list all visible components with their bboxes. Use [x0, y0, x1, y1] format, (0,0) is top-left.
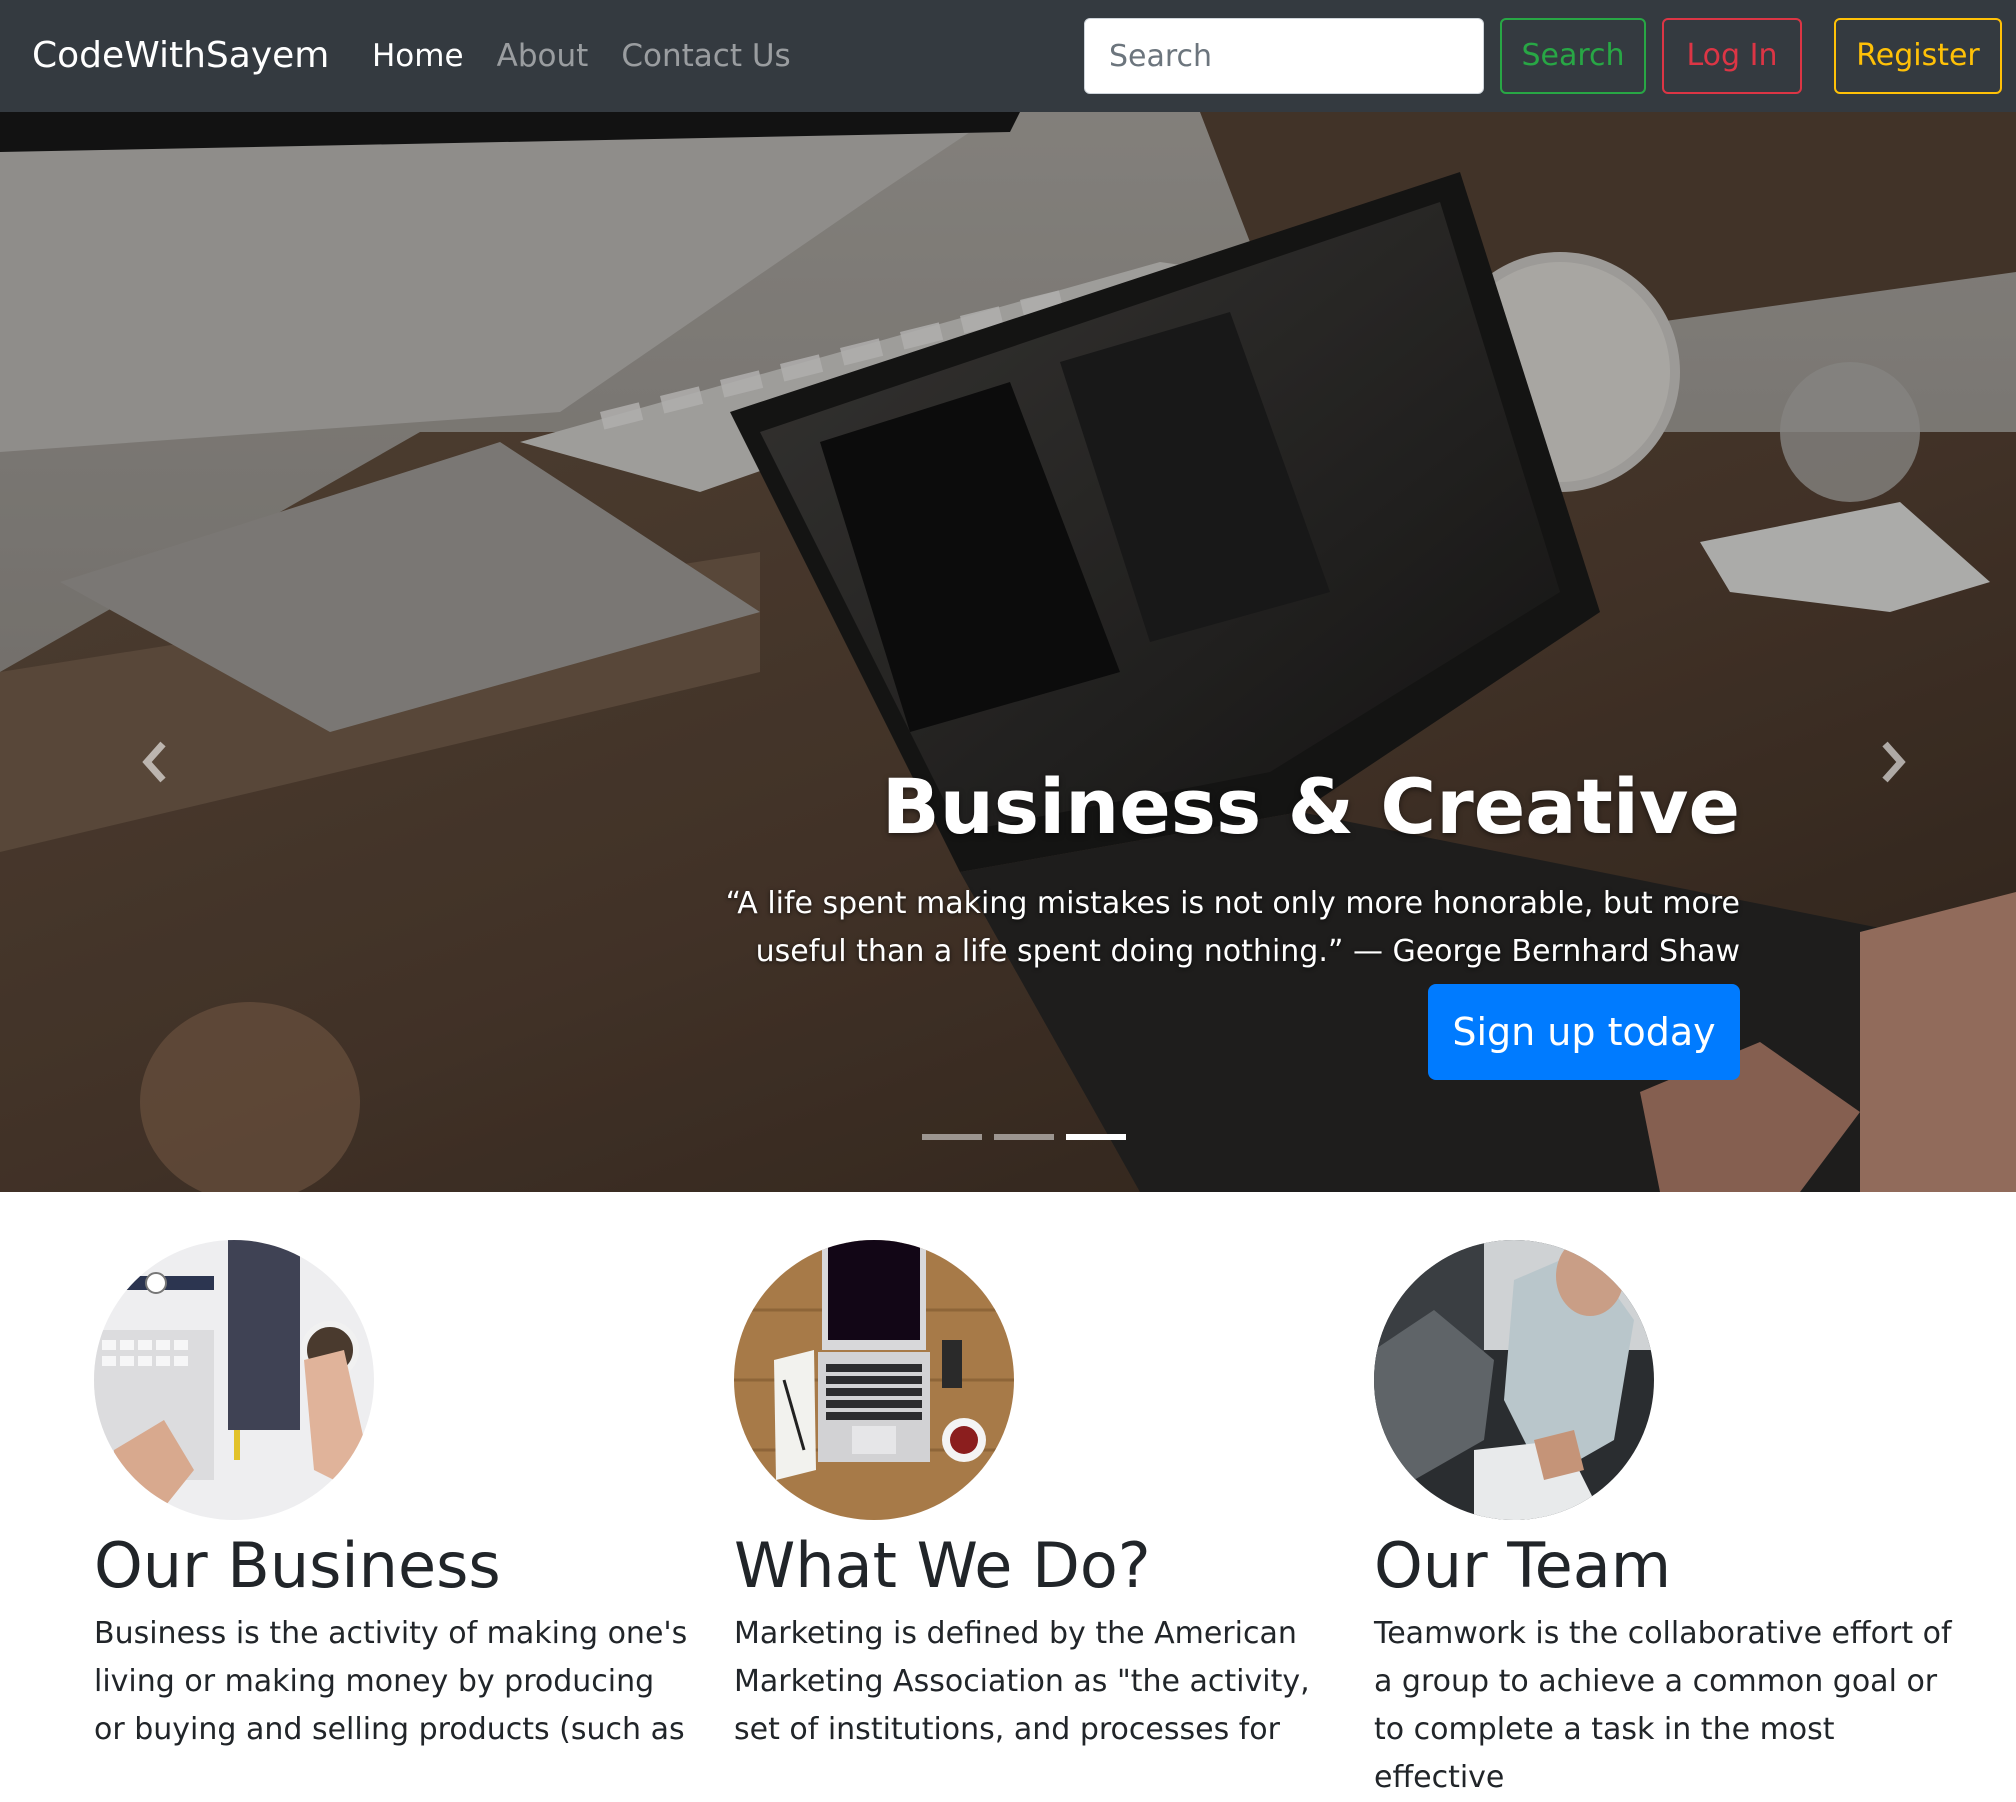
chevron-left-icon [142, 741, 166, 783]
hero-quote: “A life spent making mistakes is not onl… [725, 886, 1740, 969]
what-we-do-text: Marketing is defined by the American Mar… [734, 1616, 1310, 1747]
chevron-right-icon [1882, 741, 1906, 783]
carousel-indicators [922, 1134, 1138, 1140]
hero-carousel: Business & Creative “A life spent making… [0, 112, 2016, 1192]
search-button[interactable]: Search [1500, 18, 1646, 94]
feature-our-team: Our Team Teamwork is the collaborative e… [1374, 1240, 1974, 1795]
our-team-text: Teamwork is the collaborative effort of … [1374, 1616, 1952, 1795]
nav-link-about[interactable]: About [497, 0, 589, 112]
feature-our-business: Our Business Business is the activity of… [94, 1240, 694, 1747]
nav-links: Home About Contact Us [372, 0, 819, 112]
carousel-next-control[interactable] [1864, 732, 1924, 792]
carousel-indicator-3[interactable] [1066, 1134, 1126, 1140]
carousel-caption: Business & Creative “A life spent making… [340, 752, 1740, 976]
nav-link-contact-us[interactable]: Contact Us [621, 0, 790, 112]
our-business-title: Our Business [94, 1529, 501, 1602]
carousel-indicator-2[interactable] [994, 1134, 1054, 1140]
navbar: CodeWithSayem Home About Contact Us Sear… [0, 0, 2016, 112]
nav-link-home[interactable]: Home [372, 0, 464, 112]
login-button[interactable]: Log In [1662, 18, 1802, 94]
hero-title: Business & Creative [881, 762, 1740, 851]
what-we-do-image [734, 1240, 1014, 1520]
sign-up-button[interactable]: Sign up today [1428, 984, 1740, 1080]
register-button[interactable]: Register [1834, 18, 2002, 94]
carousel-indicator-1[interactable] [922, 1134, 982, 1140]
our-business-text: Business is the activity of making one's… [94, 1616, 688, 1747]
our-business-image [94, 1240, 374, 1520]
carousel-prev-control[interactable] [124, 732, 184, 792]
feature-what-we-do: What We Do? Marketing is defined by the … [734, 1240, 1334, 1747]
brand-link[interactable]: CodeWithSayem [32, 0, 329, 112]
what-we-do-title: What We Do? [734, 1529, 1151, 1602]
our-team-image [1374, 1240, 1654, 1520]
our-team-title: Our Team [1374, 1529, 1672, 1602]
search-input[interactable] [1084, 18, 1484, 94]
